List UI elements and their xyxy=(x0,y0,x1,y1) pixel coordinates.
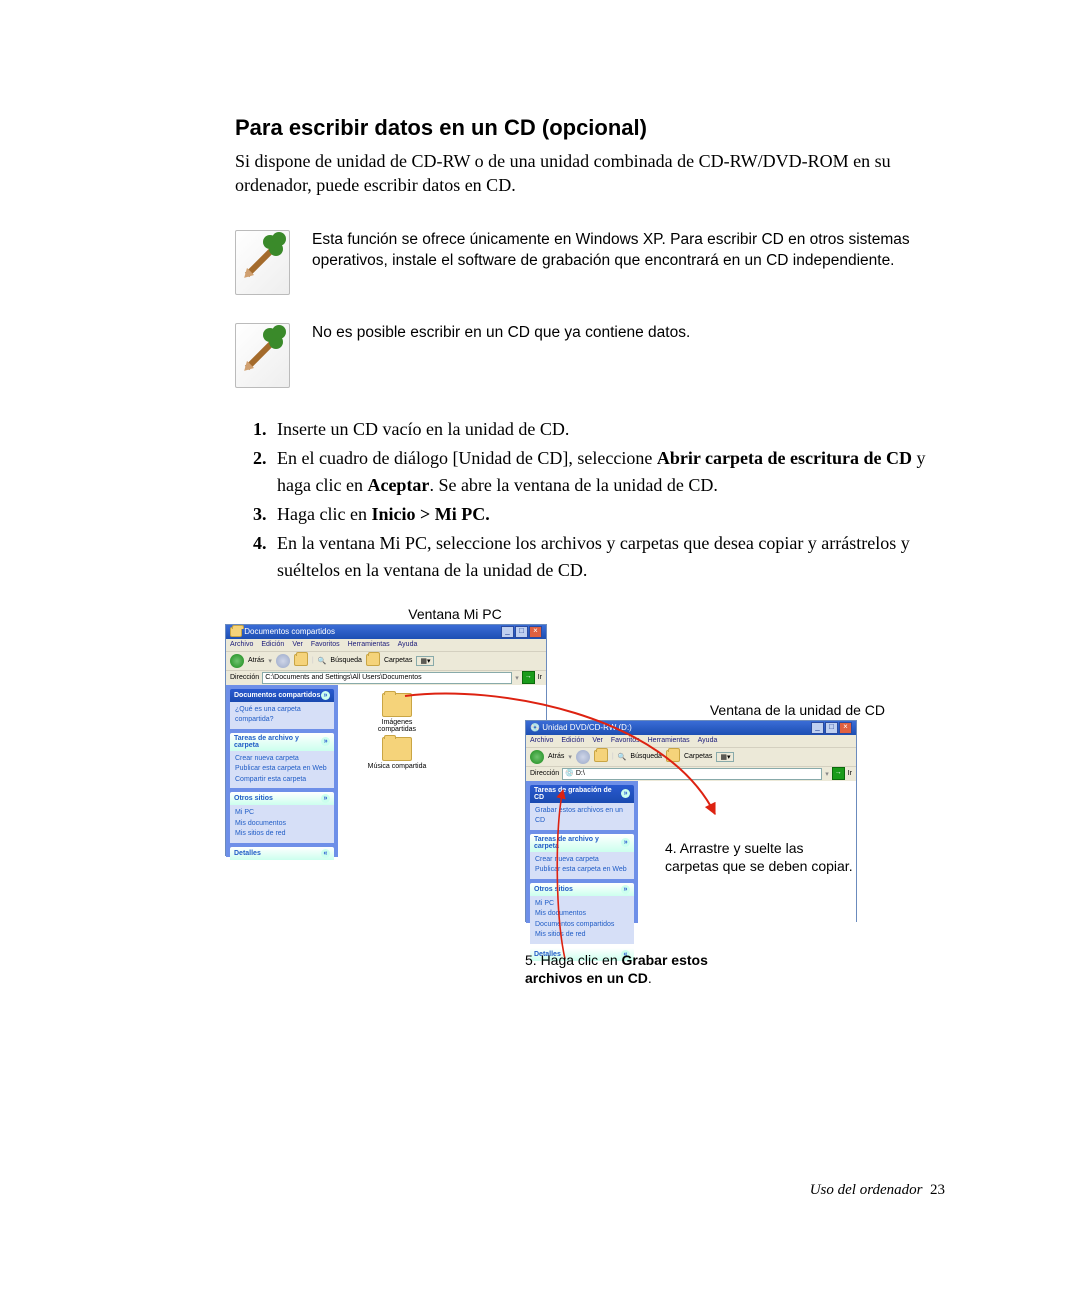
task-link-burn[interactable]: Grabar estos archivos en un CD xyxy=(535,806,629,827)
panel-head[interactable]: Otros sitios» xyxy=(530,883,634,896)
toolbar[interactable]: Atrás▾ | 🔍Búsqueda Carpetas ▦▾ xyxy=(226,651,546,670)
task-link[interactable]: Documentos compartidos xyxy=(535,920,629,931)
search-icon[interactable]: 🔍 xyxy=(618,753,627,761)
note-icon xyxy=(235,323,290,388)
address-input[interactable]: C:\Documents and Settings\All Users\Docu… xyxy=(262,672,512,684)
folders-icon[interactable] xyxy=(666,750,680,764)
titlebar: Documentos compartidos _ □ × xyxy=(226,625,546,639)
task-link[interactable]: Mis sitios de red xyxy=(235,829,329,840)
note-1-text: Esta función se ofrece únicamente en Win… xyxy=(312,230,945,272)
steps-list: Inserte un CD vacío en la unidad de CD. … xyxy=(235,416,945,584)
minimize-button[interactable]: _ xyxy=(811,722,824,734)
page-footer: Uso del ordenador 23 xyxy=(810,1182,945,1199)
close-button[interactable]: × xyxy=(529,626,542,638)
panel-head[interactable]: Documentos compartidos» xyxy=(230,689,334,702)
step-3: Haga clic en Inicio > Mi PC. xyxy=(271,501,945,528)
task-link[interactable]: Crear nueva carpeta xyxy=(235,754,329,765)
addressbar[interactable]: Dirección 💿 D:\ ▾ →Ir xyxy=(526,766,856,781)
up-icon[interactable] xyxy=(594,750,608,764)
window-controls[interactable]: _ □ × xyxy=(501,626,542,638)
toolbar[interactable]: Atrás▾ | 🔍Búsqueda Carpetas ▦▾ xyxy=(526,747,856,766)
task-link[interactable]: Compartir esta carpeta xyxy=(235,775,329,786)
step-1: Inserte un CD vacío en la unidad de CD. xyxy=(271,416,945,443)
task-link[interactable]: Mi PC xyxy=(535,899,629,910)
folder-item[interactable]: Música compartida xyxy=(362,737,432,770)
up-icon[interactable] xyxy=(294,654,308,668)
window-mipc: Documentos compartidos _ □ × ArchivoEdic… xyxy=(225,624,547,856)
note-2-text: No es posible escribir en un CD que ya c… xyxy=(312,323,690,344)
intro-paragraph: Si dispone de unidad de CD-RW o de una u… xyxy=(235,149,945,198)
note-1: Esta función se ofrece únicamente en Win… xyxy=(235,230,945,295)
search-icon[interactable]: 🔍 xyxy=(318,657,327,665)
step-2: En el cuadro de diálogo [Unidad de CD], … xyxy=(271,445,945,499)
panel-head[interactable]: Detalles« xyxy=(230,847,334,860)
figure-area: Ventana Mi PC Ventana de la unidad de CD… xyxy=(235,624,945,994)
folders-icon[interactable] xyxy=(366,654,380,668)
panel-head[interactable]: Tareas de archivo y carpeta» xyxy=(530,834,634,852)
window-cd: 💿 Unidad DVD/CD-RW (D:) _ □ × ArchivoEdi… xyxy=(525,720,857,922)
folder-item[interactable]: Imágenes compartidas xyxy=(362,693,432,733)
close-button[interactable]: × xyxy=(839,722,852,734)
maximize-button[interactable]: □ xyxy=(515,626,528,638)
panel-head[interactable]: Tareas de grabación de CD» xyxy=(530,785,634,803)
step-4: En la ventana Mi PC, seleccione los arch… xyxy=(271,530,945,584)
note-icon xyxy=(235,230,290,295)
go-button[interactable]: → xyxy=(832,767,845,780)
forward-icon[interactable] xyxy=(576,750,590,764)
forward-icon[interactable] xyxy=(276,654,290,668)
callout-5: 5. Haga clic en Grabar estos archivos en… xyxy=(525,951,745,987)
back-icon[interactable] xyxy=(530,750,544,764)
section-heading: Para escribir datos en un CD (opcional) xyxy=(235,115,945,141)
fig-label-left: Ventana Mi PC xyxy=(375,606,535,622)
maximize-button[interactable]: □ xyxy=(825,722,838,734)
task-pane: Tareas de grabación de CD» Grabar estos … xyxy=(526,781,638,923)
address-input[interactable]: 💿 D:\ xyxy=(562,768,822,780)
panel-head[interactable]: Tareas de archivo y carpeta» xyxy=(230,733,334,751)
menubar[interactable]: ArchivoEdiciónVerFavoritosHerramientasAy… xyxy=(526,735,856,747)
task-link[interactable]: Publicar esta carpeta en Web xyxy=(235,764,329,775)
views-icon[interactable]: ▦▾ xyxy=(416,656,434,666)
folder-content[interactable]: Imágenes compartidas Música compartida xyxy=(338,685,546,857)
task-pane: Documentos compartidos» ¿Qué es una carp… xyxy=(226,685,338,857)
addressbar[interactable]: Dirección C:\Documents and Settings\All … xyxy=(226,670,546,685)
panel-head[interactable]: Otros sitios» xyxy=(230,792,334,805)
minimize-button[interactable]: _ xyxy=(501,626,514,638)
task-link[interactable]: ¿Qué es una carpeta compartida? xyxy=(235,705,329,726)
titlebar: 💿 Unidad DVD/CD-RW (D:) _ □ × xyxy=(526,721,856,735)
window-controls[interactable]: _ □ × xyxy=(811,722,852,734)
callout-4: 4. Arrastre y suelte las carpetas que se… xyxy=(665,839,855,875)
fig-label-right: Ventana de la unidad de CD xyxy=(665,702,885,718)
views-icon[interactable]: ▦▾ xyxy=(716,752,734,762)
task-link[interactable]: Mis sitios de red xyxy=(535,930,629,941)
note-2: No es posible escribir en un CD que ya c… xyxy=(235,323,945,388)
task-link[interactable]: Mis documentos xyxy=(235,819,329,830)
task-link[interactable]: Mi PC xyxy=(235,808,329,819)
task-link[interactable]: Publicar esta carpeta en Web xyxy=(535,865,629,876)
page: Para escribir datos en un CD (opcional) … xyxy=(0,0,1080,1309)
task-link[interactable]: Crear nueva carpeta xyxy=(535,855,629,866)
back-icon[interactable] xyxy=(230,654,244,668)
go-button[interactable]: → xyxy=(522,671,535,684)
menubar[interactable]: ArchivoEdiciónVerFavoritosHerramientasAy… xyxy=(226,639,546,651)
task-link[interactable]: Mis documentos xyxy=(535,909,629,920)
